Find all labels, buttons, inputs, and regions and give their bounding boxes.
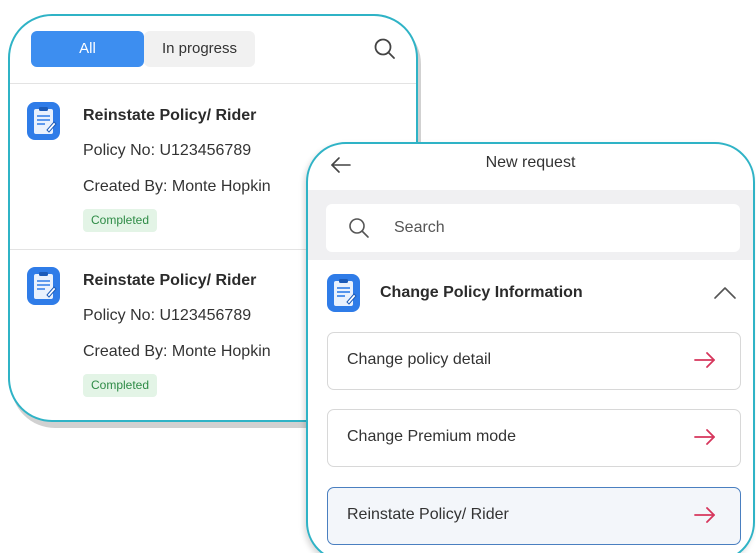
document-icon (327, 274, 360, 312)
request-title: Reinstate Policy/ Rider (83, 107, 257, 124)
page-title: New request (485, 154, 576, 171)
document-icon (27, 267, 60, 305)
option-label: Reinstate Policy/ Rider (347, 506, 509, 523)
option-reinstate-policy-rider[interactable]: Reinstate Policy/ Rider (327, 487, 741, 545)
search-placeholder: Search (394, 219, 445, 236)
chevron-up-icon[interactable] (713, 285, 737, 301)
created-by: Created By: Monte Hopkin (83, 343, 271, 360)
tab-all[interactable]: All (31, 31, 144, 67)
created-by: Created By: Monte Hopkin (83, 178, 271, 195)
document-icon (27, 102, 60, 140)
arrow-right-icon (693, 351, 717, 369)
search-icon[interactable] (372, 36, 398, 62)
request-title: Reinstate Policy/ Rider (83, 272, 257, 289)
section-title: Change Policy Information (380, 284, 583, 301)
search-input[interactable]: Search (326, 204, 740, 252)
tab-in-progress[interactable]: In progress (144, 31, 255, 67)
arrow-right-icon (693, 506, 717, 524)
option-change-policy-detail[interactable]: Change policy detail (327, 332, 741, 390)
filter-bar: All In progress (10, 16, 416, 84)
status-badge: Completed (83, 209, 158, 232)
status-badge: Completed (83, 374, 158, 397)
option-label: Change Premium mode (347, 428, 516, 445)
arrow-right-icon (693, 428, 717, 446)
search-icon (348, 217, 370, 239)
search-area: Search (308, 190, 753, 260)
option-change-premium-mode[interactable]: Change Premium mode (327, 409, 741, 467)
option-label: Change policy detail (347, 351, 492, 368)
policy-number: Policy No: U123456789 (83, 142, 252, 159)
header: New request (308, 144, 753, 190)
policy-number: Policy No: U123456789 (83, 307, 252, 324)
section-header[interactable]: Change Policy Information (308, 269, 753, 319)
new-request-card: New request Search Change Policy Informa… (306, 142, 755, 553)
